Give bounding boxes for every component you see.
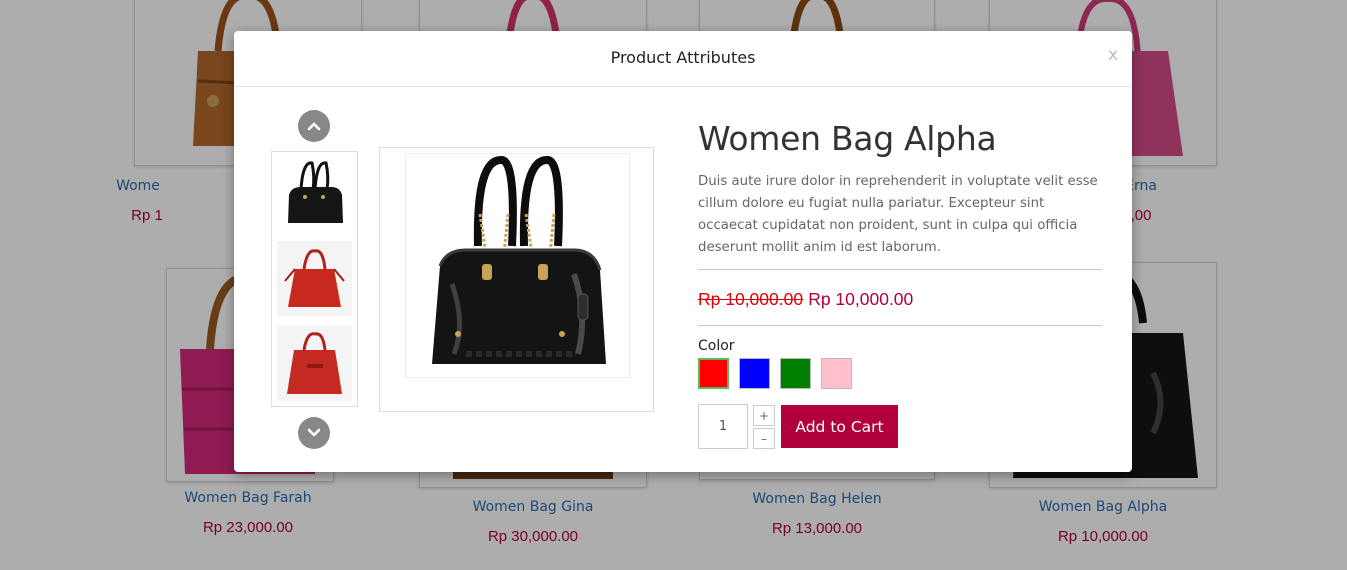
- black-bag-thumbnail-image: [277, 157, 352, 232]
- red-bag-thumbnail-image: [277, 241, 352, 316]
- original-price: Rp 10,000.00: [698, 289, 804, 309]
- chevron-down-icon: [307, 428, 321, 437]
- product-name-heading: Women Bag Alpha: [698, 119, 997, 158]
- product-main-image[interactable]: [379, 147, 654, 412]
- chevron-up-icon: [307, 122, 321, 131]
- product-attributes-modal: Product Attributes x Women Bag Alpha Dui…: [234, 31, 1132, 472]
- thumbnail-list: [271, 151, 358, 407]
- product-image-frame: [405, 153, 630, 378]
- color-label: Color: [698, 338, 735, 354]
- page: Wome Rp 1 Erna ,00 Women Bag Farah Rp 23…: [0, 0, 1347, 570]
- thumbnail-red-bag-1[interactable]: [277, 241, 352, 316]
- thumbnail-red-bag-2[interactable]: [277, 326, 352, 401]
- thumbnail-black-bag[interactable]: [277, 157, 352, 232]
- divider: [698, 269, 1102, 270]
- modal-header: Product Attributes x: [234, 31, 1132, 87]
- quantity-increase-button[interactable]: +: [753, 405, 775, 426]
- thumbnail-up-button[interactable]: [298, 110, 330, 142]
- quantity-input[interactable]: 1: [698, 404, 748, 449]
- color-swatch-green[interactable]: [780, 358, 811, 389]
- color-swatch-blue[interactable]: [739, 358, 770, 389]
- price-row: Rp 10,000.00 Rp 10,000.00: [698, 289, 913, 310]
- color-swatch-red[interactable]: [698, 358, 729, 389]
- product-description: Duis aute irure dolor in reprehenderit i…: [698, 174, 1098, 255]
- add-to-cart-button[interactable]: Add to Cart: [781, 405, 898, 448]
- thumbnail-down-button[interactable]: [298, 417, 330, 449]
- red-bag-thumbnail-image: [277, 326, 352, 401]
- black-handbag-image: [406, 154, 629, 377]
- divider: [698, 325, 1102, 326]
- close-icon[interactable]: x: [1108, 45, 1118, 65]
- color-swatch-pink[interactable]: [821, 358, 852, 389]
- sale-price: Rp 10,000.00: [808, 289, 914, 309]
- modal-title: Product Attributes: [610, 48, 756, 67]
- quantity-decrease-button[interactable]: –: [753, 428, 775, 449]
